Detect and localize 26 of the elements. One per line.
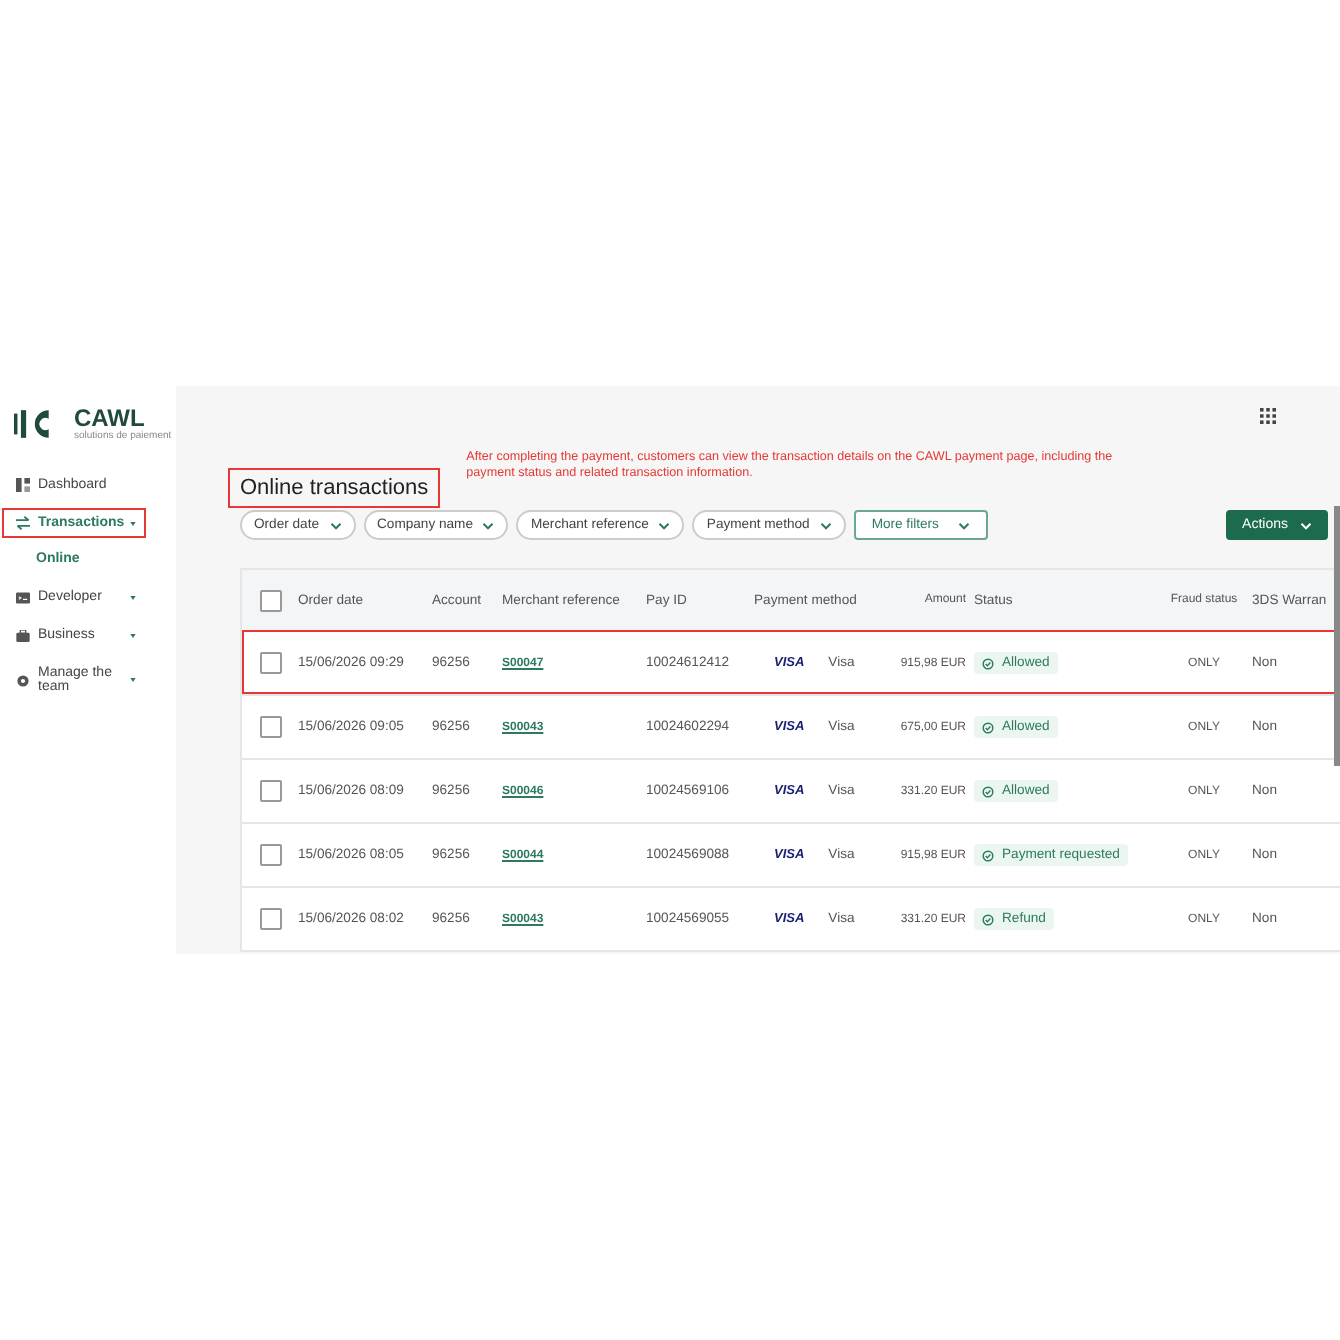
logo-name: CAWL: [74, 406, 145, 430]
check-circle-icon: [982, 657, 994, 669]
checkbox[interactable]: [259, 716, 281, 738]
check-circle-icon: [982, 785, 994, 797]
checkbox[interactable]: [259, 589, 281, 611]
dashboard-icon: [16, 478, 30, 492]
check-circle-icon: [982, 849, 994, 861]
settings-icon: [16, 673, 30, 687]
chevron-icon: [819, 521, 832, 529]
check-circle-icon: [982, 913, 994, 925]
briefcase-icon: [16, 629, 30, 641]
page-title: Online transactions: [230, 470, 439, 506]
scrollbar[interactable]: [1334, 506, 1340, 766]
chevron-icon: [658, 521, 671, 529]
checkbox[interactable]: [259, 652, 281, 674]
chevron-icon: [958, 521, 971, 529]
checkbox[interactable]: [259, 780, 281, 802]
chevron-icon: [1300, 521, 1312, 529]
checkbox[interactable]: [259, 844, 281, 866]
grid-icon: [1260, 408, 1276, 424]
chevron-icon: [482, 521, 495, 529]
check-circle-icon: [982, 721, 994, 733]
checkbox[interactable]: [259, 908, 281, 930]
chevron-icon: [329, 521, 341, 529]
terminal-icon: [16, 591, 30, 603]
arrows-icon: [16, 516, 30, 530]
